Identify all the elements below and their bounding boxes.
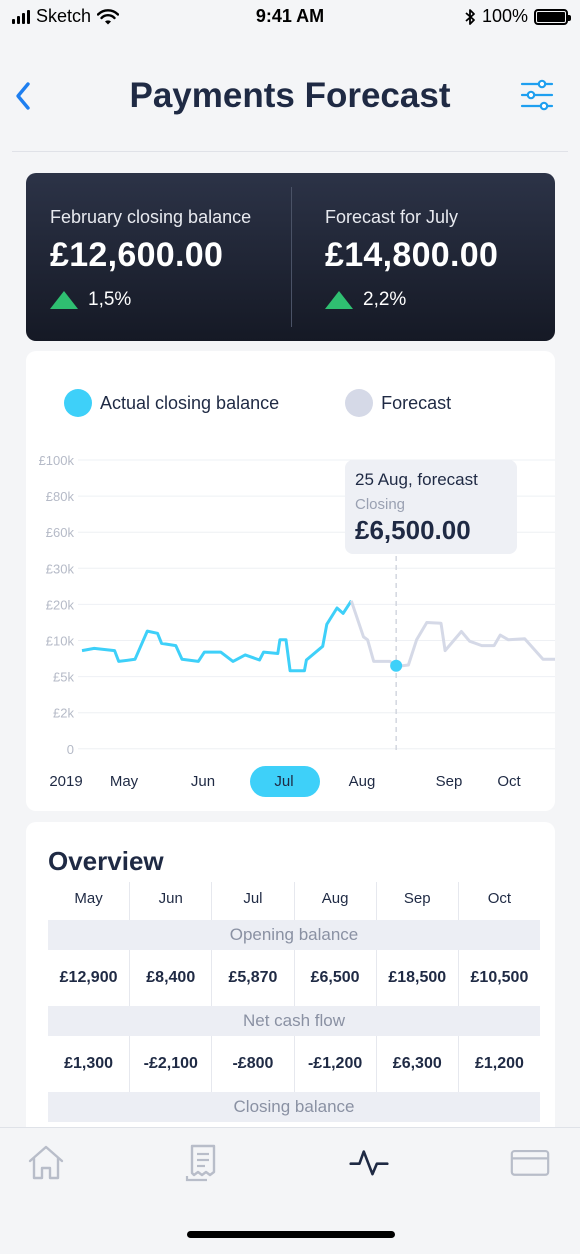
tooltip-subtitle: Closing <box>355 496 406 513</box>
activity-icon[interactable] <box>349 1142 389 1182</box>
nav-divider <box>12 151 568 152</box>
table-cell: £1,300 <box>48 1036 131 1092</box>
x-tick-label: Sep <box>436 773 463 790</box>
x-tick-label: Jul <box>274 773 293 790</box>
highlight-point <box>390 659 403 672</box>
x-tick-label: Aug <box>349 773 376 790</box>
table-cell: £10,500 <box>470 969 529 986</box>
opening-balance-header: Opening balance <box>48 920 540 950</box>
summary-left-change-value: 1,5% <box>88 289 132 310</box>
card-icon[interactable] <box>510 1142 550 1182</box>
series-line <box>349 600 555 668</box>
summary-right-change-value: 2,2% <box>363 289 407 310</box>
summary-divider <box>291 187 292 327</box>
arrow-up-icon <box>50 291 78 309</box>
month-header: Jul <box>212 882 295 920</box>
navigation-bar: Payments Forecast <box>0 60 580 140</box>
summary-left-change: 1,5% <box>50 289 251 311</box>
y-tick-label: £60k <box>46 525 75 540</box>
x-tick-label: May <box>110 773 139 790</box>
tooltip-title: 25 Aug, forecast <box>355 470 478 489</box>
table-cell: £1,200 <box>474 1055 524 1072</box>
table-cell: £12,900 <box>48 950 131 1006</box>
status-right: 100% <box>464 6 571 27</box>
summary-left-label: February closing balance <box>50 207 252 227</box>
overview-title: Overview <box>48 846 164 876</box>
x-tick-label: Jun <box>191 773 215 790</box>
table-cell: -£2,100 <box>130 1036 213 1092</box>
sliders-icon[interactable] <box>520 78 554 112</box>
overview-months-row: May Jun Jul Aug Sep Oct <box>48 882 540 920</box>
y-tick-label: 0 <box>67 742 74 757</box>
y-tick-label: £2k <box>53 706 74 721</box>
table-cell: -£1,200 <box>295 1036 377 1092</box>
page-title: Payments Forecast <box>129 76 451 115</box>
home-indicator <box>187 1231 395 1238</box>
summary-left: February closing balance £12,600.00 1,5% <box>50 207 251 311</box>
table-cell: £5,870 <box>212 950 295 1006</box>
chart-card: Actual closing balance Forecast £100k £80… <box>26 351 555 811</box>
tooltip-value: £6,500.00 <box>355 515 471 545</box>
net-cash-flow-header: Net cash flow <box>48 1006 540 1036</box>
opening-balance-row: £12,900 £8,400 £5,870 £6,500 £18,500 £10… <box>48 950 540 1006</box>
y-tick-label: £100k <box>39 453 75 468</box>
arrow-up-icon <box>325 291 353 309</box>
battery-percent: 100% <box>481 6 528 26</box>
home-icon[interactable] <box>26 1142 66 1182</box>
table-cell: £8,400 <box>130 950 213 1006</box>
closing-balance-header: Closing balance <box>48 1092 540 1122</box>
y-tick-label: £5k <box>53 670 74 685</box>
month-header: Jun <box>130 882 213 920</box>
tab-bar <box>0 1127 580 1254</box>
overview-card: Overview May Jun Jul Aug Sep Oct Opening… <box>26 822 555 1142</box>
x-tick-label: Oct <box>497 773 521 790</box>
summary-card: February closing balance £12,600.00 1,5%… <box>26 173 555 341</box>
y-tick-label: £80k <box>46 489 75 504</box>
month-header: Aug <box>295 882 377 920</box>
table-cell: £6,500 <box>295 950 377 1006</box>
x-tick-label: 2019 <box>49 773 82 790</box>
summary-left-amount: £12,600.00 <box>50 236 224 274</box>
y-tick-label: £20k <box>46 597 75 612</box>
y-tick-label: £30k <box>46 561 75 576</box>
summary-right-label: Forecast for July <box>325 207 459 227</box>
chart-tooltip: 25 Aug, forecast Closing £6,500.00 <box>345 460 517 554</box>
summary-right-amount: £14,800.00 <box>325 236 499 274</box>
table-cell: -£800 <box>212 1036 295 1092</box>
balance-chart[interactable]: £100k £80k £60k £30k £20k £10k £5k £2k 0 2019 May J… <box>26 351 555 811</box>
bluetooth-icon <box>465 8 475 25</box>
overview-table: May Jun Jul Aug Sep Oct Opening balance … <box>48 882 540 1122</box>
month-header: Oct <box>487 890 512 907</box>
table-cell: £18,500 <box>377 950 459 1006</box>
month-header: May <box>48 882 131 920</box>
table-cell: £6,300 <box>377 1036 459 1092</box>
status-bar: Sketch 9:41 AM 100% <box>0 0 580 34</box>
receipt-icon[interactable] <box>183 1142 223 1182</box>
net-cash-flow-row: £1,300 -£2,100 -£800 -£1,200 £6,300 £1,2… <box>48 1036 540 1092</box>
y-tick-label: £10k <box>46 634 75 649</box>
summary-right-change: 2,2% <box>325 289 498 311</box>
series-line <box>81 599 353 673</box>
summary-right: Forecast for July £14,800.00 2,2% <box>325 207 498 311</box>
battery-icon <box>534 8 571 25</box>
month-header: Sep <box>377 882 459 920</box>
